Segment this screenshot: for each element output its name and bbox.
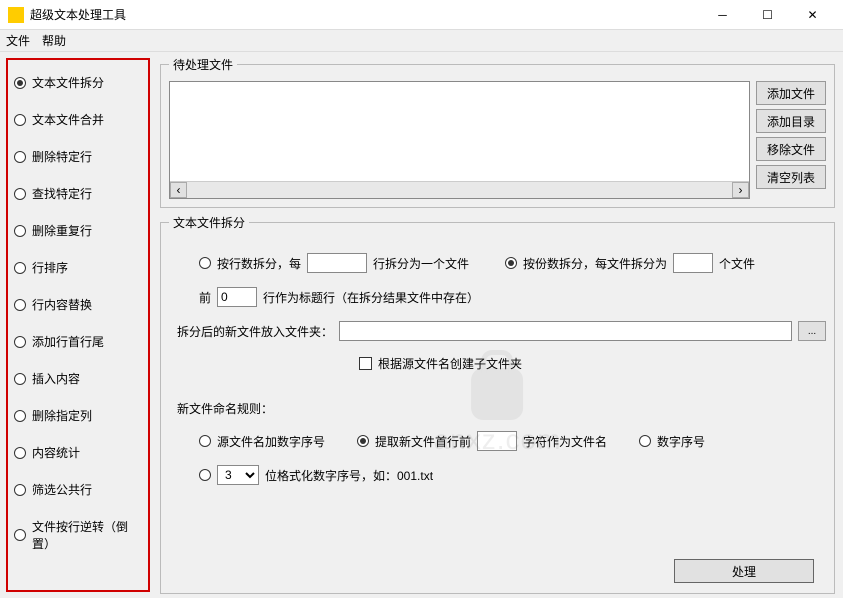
radio-icon (14, 447, 26, 459)
naming-opt1: 源文件名加数字序号 (217, 433, 325, 450)
window-title: 超级文本处理工具 (30, 6, 700, 23)
sidebar-item-11[interactable]: 筛选公共行 (10, 471, 146, 508)
sidebar-item-8[interactable]: 插入内容 (10, 360, 146, 397)
radio-naming-extract[interactable] (357, 435, 369, 447)
radio-by-count[interactable] (505, 257, 517, 269)
remove-file-button[interactable]: 移除文件 (756, 137, 826, 161)
sidebar-item-label: 删除重复行 (32, 222, 92, 239)
radio-icon (14, 114, 26, 126)
sidebar-item-label: 行内容替换 (32, 296, 92, 313)
radio-naming-format[interactable] (199, 469, 211, 481)
add-dir-button[interactable]: 添加目录 (756, 109, 826, 133)
radio-naming-src[interactable] (199, 435, 211, 447)
sidebar-item-label: 筛选公共行 (32, 481, 92, 498)
sidebar-item-label: 文本文件合并 (32, 111, 104, 128)
maximize-button[interactable]: ☐ (745, 0, 790, 29)
format-label-post: 位格式化数字序号，如：001.txt (265, 467, 433, 484)
sidebar: 文本文件拆分文本文件合并删除特定行查找特定行删除重复行行排序行内容替换添加行首行… (0, 52, 156, 598)
naming-label: 新文件命名规则： (177, 400, 273, 417)
sidebar-item-1[interactable]: 文本文件合并 (10, 101, 146, 138)
header-label-post: 行作为标题行（在拆分结果文件中存在） (263, 289, 479, 306)
radio-naming-digits[interactable] (639, 435, 651, 447)
radio-icon (14, 225, 26, 237)
radio-icon (14, 262, 26, 274)
pending-files-legend: 待处理文件 (169, 56, 237, 73)
sidebar-item-label: 删除特定行 (32, 148, 92, 165)
split-options-legend: 文本文件拆分 (169, 214, 249, 231)
subdir-label: 根据源文件名创建子文件夹 (378, 355, 522, 372)
by-count-label-post: 个文件 (719, 255, 755, 272)
sidebar-item-4[interactable]: 删除重复行 (10, 212, 146, 249)
sidebar-item-label: 文本文件拆分 (32, 74, 104, 91)
sidebar-item-6[interactable]: 行内容替换 (10, 286, 146, 323)
by-lines-input[interactable] (307, 253, 367, 273)
naming-opt2-pre: 提取新文件首行前 (375, 433, 471, 450)
sidebar-item-label: 文件按行逆转（倒置） (32, 518, 142, 552)
add-file-button[interactable]: 添加文件 (756, 81, 826, 105)
file-list[interactable]: ‹ › (169, 81, 750, 199)
menu-file[interactable]: 文件 (6, 32, 30, 49)
horizontal-scrollbar[interactable]: ‹ › (170, 181, 749, 198)
radio-icon (14, 529, 26, 541)
sidebar-item-label: 插入内容 (32, 370, 80, 387)
outdir-input[interactable] (339, 321, 792, 341)
naming-extract-input[interactable] (477, 431, 517, 451)
split-options-group: 文本文件拆分 anxz.com 按行数拆分，每 行拆分为一个文件 按份数拆分，每… (160, 214, 835, 594)
sidebar-item-7[interactable]: 添加行首行尾 (10, 323, 146, 360)
radio-icon (14, 77, 26, 89)
format-digits-select[interactable]: 3 (217, 465, 259, 485)
sidebar-item-0[interactable]: 文本文件拆分 (10, 64, 146, 101)
sidebar-item-3[interactable]: 查找特定行 (10, 175, 146, 212)
menubar: 文件 帮助 (0, 30, 843, 52)
app-icon (8, 7, 24, 23)
radio-icon (14, 410, 26, 422)
header-lines-input[interactable] (217, 287, 257, 307)
radio-icon (14, 484, 26, 496)
sidebar-item-label: 内容统计 (32, 444, 80, 461)
process-button[interactable]: 处理 (674, 559, 814, 583)
sidebar-item-2[interactable]: 删除特定行 (10, 138, 146, 175)
scroll-right-icon[interactable]: › (732, 182, 749, 198)
radio-icon (14, 336, 26, 348)
radio-icon (14, 151, 26, 163)
by-count-input[interactable] (673, 253, 713, 273)
by-lines-label-pre: 按行数拆分，每 (217, 255, 301, 272)
naming-opt2-post: 字符作为文件名 (523, 433, 607, 450)
close-button[interactable]: ✕ (790, 0, 835, 29)
header-label-pre: 前 (199, 289, 211, 306)
scroll-left-icon[interactable]: ‹ (170, 182, 187, 198)
sidebar-item-label: 删除指定列 (32, 407, 92, 424)
sidebar-item-12[interactable]: 文件按行逆转（倒置） (10, 508, 146, 562)
sidebar-item-5[interactable]: 行排序 (10, 249, 146, 286)
subdir-checkbox[interactable] (359, 357, 372, 370)
radio-icon (14, 299, 26, 311)
clear-list-button[interactable]: 清空列表 (756, 165, 826, 189)
outdir-label: 拆分后的新文件放入文件夹： (177, 323, 333, 340)
menu-help[interactable]: 帮助 (42, 32, 66, 49)
browse-button[interactable]: ... (798, 321, 826, 341)
by-lines-label-post: 行拆分为一个文件 (373, 255, 469, 272)
sidebar-item-label: 添加行首行尾 (32, 333, 104, 350)
sidebar-item-10[interactable]: 内容统计 (10, 434, 146, 471)
radio-icon (14, 188, 26, 200)
sidebar-item-label: 查找特定行 (32, 185, 92, 202)
radio-by-lines[interactable] (199, 257, 211, 269)
pending-files-group: 待处理文件 ‹ › 添加文件 添加目录 移除文件 清空列表 (160, 56, 835, 208)
naming-opt3: 数字序号 (657, 433, 705, 450)
sidebar-item-9[interactable]: 删除指定列 (10, 397, 146, 434)
sidebar-item-label: 行排序 (32, 259, 68, 276)
minimize-button[interactable]: ─ (700, 0, 745, 29)
titlebar: 超级文本处理工具 ─ ☐ ✕ (0, 0, 843, 30)
by-count-label-pre: 按份数拆分，每文件拆分为 (523, 255, 667, 272)
radio-icon (14, 373, 26, 385)
